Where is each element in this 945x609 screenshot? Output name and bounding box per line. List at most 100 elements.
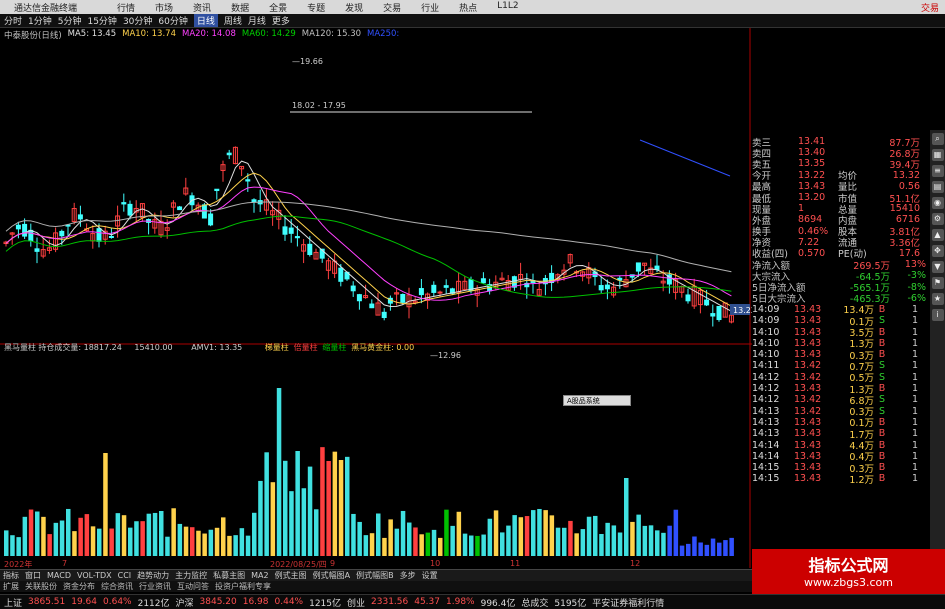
fund-flow-pct: -3%: [907, 270, 927, 282]
trade-side: S: [878, 360, 886, 372]
period-tab[interactable]: 日线: [193, 14, 218, 27]
indicator-tab[interactable]: 指标: [3, 570, 19, 581]
volume-bar: [543, 510, 548, 556]
indicator-tab[interactable]: MA2: [251, 571, 268, 580]
info-tab[interactable]: 关联股份: [25, 581, 57, 592]
indicator-tab[interactable]: MACD: [47, 571, 71, 580]
status-item: 19.64: [71, 597, 97, 607]
indicator-tab[interactable]: 例式主图: [275, 570, 307, 581]
volume-bar: [444, 509, 449, 556]
volume-bar: [549, 515, 555, 556]
grid-icon[interactable]: ▦: [931, 149, 944, 161]
indicator-tab[interactable]: 例式幅图A: [313, 570, 350, 581]
info-tab[interactable]: 资金分布: [63, 581, 95, 592]
candle-body: [77, 214, 83, 220]
candle-body: [108, 235, 114, 238]
info-tab[interactable]: 扩展: [3, 581, 19, 592]
indicator-tab[interactable]: 多步: [400, 570, 416, 581]
volume-bar: [562, 527, 567, 556]
down-arrow-icon[interactable]: ▼: [931, 261, 944, 273]
menu-item[interactable]: 数据: [231, 1, 249, 14]
trade-time: 14:13: [752, 428, 780, 440]
menu-item[interactable]: 热点: [459, 1, 477, 14]
up-arrow-icon[interactable]: ▲: [931, 229, 944, 241]
volume-bar: [338, 460, 344, 556]
trade-link[interactable]: 交易: [921, 1, 945, 14]
chart-icon[interactable]: ▤: [931, 181, 944, 193]
indicator-tab[interactable]: 窗口: [25, 570, 41, 581]
indicator-tab[interactable]: 私募主图: [213, 570, 245, 581]
volume-bar: [314, 509, 319, 556]
menu-item[interactable]: L1L2: [497, 1, 518, 14]
star-icon[interactable]: ★: [931, 293, 944, 305]
list-icon[interactable]: ≡: [931, 165, 944, 177]
period-tab[interactable]: 1分钟: [28, 14, 52, 27]
indicator-tab[interactable]: CCI: [118, 571, 132, 580]
trade-side: S: [878, 371, 886, 383]
period-tab[interactable]: 5分钟: [58, 14, 82, 27]
menu-item[interactable]: 交易: [383, 1, 401, 14]
menu-item[interactable]: 专题: [307, 1, 325, 14]
menu-item[interactable]: 全景: [269, 1, 287, 14]
info-tab[interactable]: 行业资讯: [139, 581, 171, 592]
trade-count: 1: [911, 326, 918, 338]
info-tab[interactable]: 投资户福利专享: [215, 581, 271, 592]
volume-bar: [301, 488, 307, 556]
indicator-tab[interactable]: 趋势动力: [137, 570, 169, 581]
menu-item[interactable]: 行情: [117, 1, 135, 14]
menu-item[interactable]: 资讯: [193, 1, 211, 14]
trade-price: 13.42: [794, 405, 822, 417]
info-tab[interactable]: 互动问答: [177, 581, 209, 592]
volume-bar: [655, 530, 660, 556]
kline-chart[interactable]: 17.0016.5016.0015.5015.0014.5014.0013.50…: [0, 28, 752, 568]
date-axis: 2022年 7 2022/08/25/四 9 10 11 12: [0, 559, 752, 569]
popup-label[interactable]: A股品系统: [563, 395, 631, 406]
indicator-tab[interactable]: 例式幅图B: [356, 570, 394, 581]
quote-value: 1: [798, 203, 805, 215]
candle-body: [604, 284, 610, 290]
ma-legend: 中泰股份(日线) MA5: 13.45 MA10: 13.74 MA20: 14.08…: [4, 29, 399, 41]
flag-icon[interactable]: ⚑: [931, 277, 944, 289]
period-tab[interactable]: 30分钟: [123, 14, 152, 27]
volume-bar: [53, 522, 59, 556]
volume-bar: [586, 516, 592, 556]
period-tab[interactable]: 15分钟: [87, 14, 116, 27]
period-tab[interactable]: 更多: [272, 14, 290, 27]
fund-flow-pct: -8%: [907, 281, 927, 293]
quote-value: 0.46%: [798, 225, 829, 237]
search-icon[interactable]: ⌕: [931, 133, 944, 145]
period-tab[interactable]: 月线: [248, 14, 266, 27]
candle-body: [381, 311, 387, 319]
menu-item[interactable]: 市场: [155, 1, 173, 14]
period-tab[interactable]: 周线: [224, 14, 242, 27]
info-tab[interactable]: 综合资讯: [101, 581, 133, 592]
user-icon[interactable]: ◉: [931, 197, 944, 209]
trade-side: B: [878, 383, 886, 395]
volume-bar: [506, 525, 511, 556]
candle-body: [22, 223, 28, 237]
move-icon[interactable]: ✥: [931, 245, 944, 257]
indicator-tab[interactable]: VOL-TDX: [77, 571, 112, 580]
volume-bar: [642, 525, 648, 556]
period-tab[interactable]: 60分钟: [158, 14, 187, 27]
status-item: 上证: [4, 598, 23, 609]
indicator-tab[interactable]: 主力监控: [175, 570, 207, 581]
period-tab[interactable]: 分时: [4, 14, 22, 27]
indicator-tab[interactable]: 设置: [422, 570, 438, 581]
candle-body: [437, 291, 443, 294]
indicator-legend-item: 黑马量柱: [4, 342, 36, 352]
status-item: 总成交: [521, 598, 549, 609]
settings-icon[interactable]: ⚙: [931, 213, 944, 225]
trade-ticks[interactable]: 14:09 13.43 13.4万 B 1 14:09 13.43 0.1万 S 1 14:10 13…: [752, 304, 930, 486]
volume-bar: [369, 533, 375, 556]
candle-body: [710, 313, 716, 317]
volume-bar: [196, 530, 201, 556]
info-icon[interactable]: i: [931, 309, 944, 321]
volume-bar: [252, 512, 257, 556]
menu-item[interactable]: 发现: [345, 1, 363, 14]
quote-value: 13.22: [798, 169, 826, 181]
trade-side: B: [878, 439, 886, 451]
candle-body: [214, 188, 220, 192]
menu-item[interactable]: 行业: [421, 1, 439, 14]
volume-bar: [289, 491, 294, 556]
